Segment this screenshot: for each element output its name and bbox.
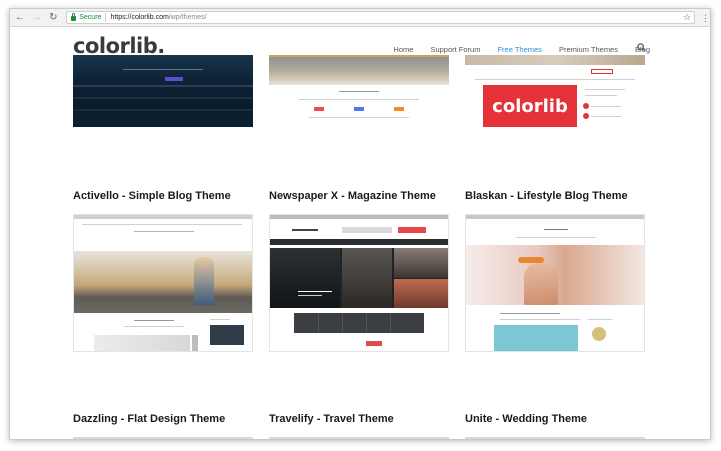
url-path: /wp/themes/ [168, 14, 207, 21]
address-separator [105, 13, 107, 22]
forward-icon[interactable]: → [30, 11, 44, 25]
colorlib-promo-block: colorlib [483, 85, 577, 127]
nav-premium-themes[interactable]: Premium Themes [559, 45, 618, 54]
search-icon[interactable] [637, 43, 646, 52]
lock-icon [71, 13, 77, 21]
nav-support-forum[interactable]: Support Forum [430, 45, 480, 54]
theme-title-newspaper-x[interactable]: Newspaper X - Magazine Theme [269, 190, 436, 202]
theme-title-activello[interactable]: Activello - Simple Blog Theme [73, 190, 231, 202]
theme-thumbnail-dazzling[interactable] [73, 214, 253, 352]
browser-window: ← → ↻ Secure https://colorlib.com/wp/the… [9, 8, 711, 440]
next-row-thumbnail-edge [269, 437, 449, 439]
colorlib-promo-text: colorlib [492, 95, 568, 117]
main-nav: Home Support Forum Free Themes Premium T… [393, 45, 650, 54]
next-row-thumbnail-edge [73, 437, 253, 439]
url-host: https://colorlib.com [110, 14, 169, 21]
browser-menu-icon[interactable]: ⋮ [701, 13, 710, 23]
bookmark-star-icon[interactable]: ☆ [683, 12, 691, 23]
nav-home[interactable]: Home [393, 45, 413, 54]
theme-thumbnail-blaskan[interactable]: colorlib [465, 55, 645, 127]
nav-free-themes[interactable]: Free Themes [497, 45, 541, 54]
back-icon[interactable]: ← [13, 11, 27, 25]
theme-title-unite[interactable]: Unite - Wedding Theme [465, 413, 587, 425]
browser-toolbar: ← → ↻ Secure https://colorlib.com/wp/the… [10, 9, 710, 27]
theme-thumbnail-unite[interactable] [465, 214, 645, 352]
theme-thumbnail-activello[interactable] [73, 55, 253, 127]
secure-label: Secure [79, 14, 102, 21]
theme-thumbnail-travelify[interactable] [269, 214, 449, 352]
address-bar[interactable]: Secure https://colorlib.com/wp/themes/ ☆ [66, 11, 695, 24]
theme-title-blaskan[interactable]: Blaskan - Lifestyle Blog Theme [465, 190, 628, 202]
reload-icon[interactable]: ↻ [47, 11, 61, 25]
theme-thumbnail-newspaper-x[interactable] [269, 55, 449, 127]
next-row-thumbnail-edge [465, 437, 645, 439]
theme-title-travelify[interactable]: Travelify - Travel Theme [269, 413, 394, 425]
theme-title-dazzling[interactable]: Dazzling - Flat Design Theme [73, 413, 225, 425]
